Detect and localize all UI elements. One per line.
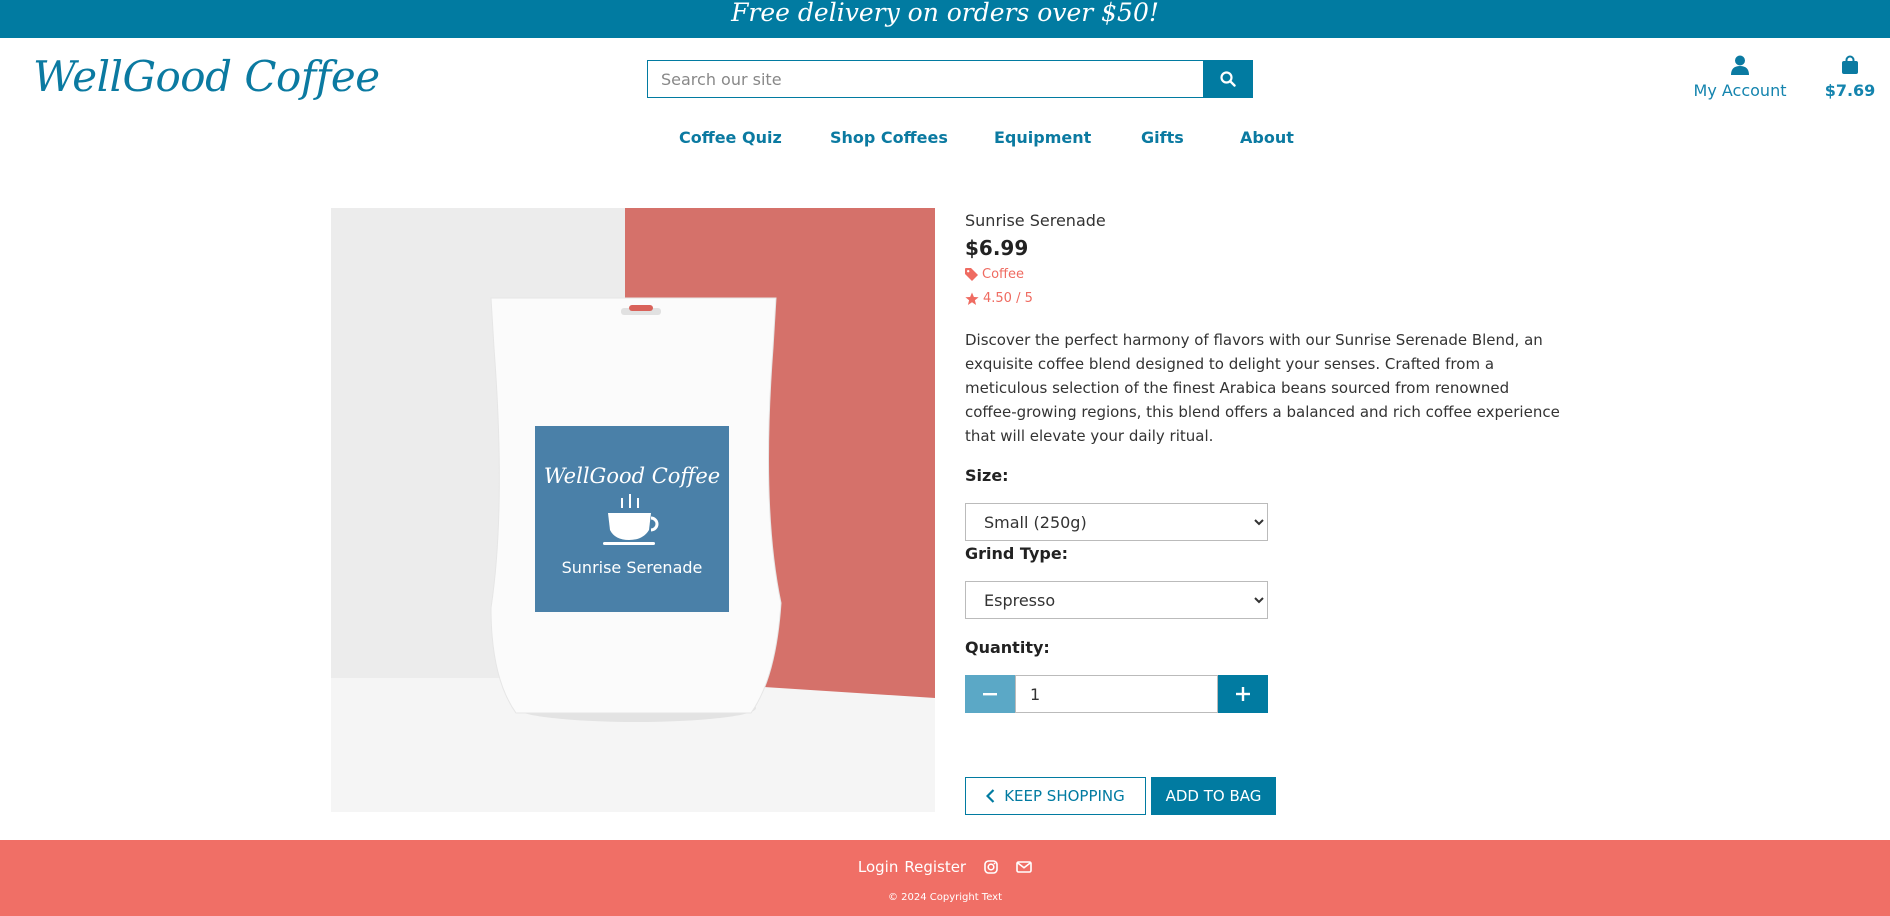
product-rating: 4.50 / 5 <box>965 291 1033 306</box>
footer: Login Register © 2024 Copyright Text <box>0 840 1890 916</box>
quantity-decrease-button[interactable] <box>965 675 1015 713</box>
product-rating-value: 4.50 / 5 <box>983 291 1033 306</box>
my-account-link[interactable]: My Account <box>1690 55 1790 100</box>
product-description: Discover the perfect harmony of flavors … <box>965 331 1560 445</box>
size-select[interactable]: Small (250g) <box>965 503 1268 541</box>
bag-label-name: Sunrise Serenade <box>562 558 703 577</box>
search-bar <box>647 60 1253 98</box>
email-link[interactable] <box>1016 861 1032 873</box>
coffee-bag-illustration: WellGood Coffee Sunrise Serenade <box>331 208 935 812</box>
tag-icon <box>965 268 978 281</box>
quantity-input[interactable] <box>1015 675 1218 713</box>
cart-total: $7.69 <box>1824 81 1876 100</box>
cart-link[interactable]: $7.69 <box>1820 55 1880 100</box>
copyright-text: © 2024 Copyright Text <box>887 892 1003 903</box>
product-image: WellGood Coffee Sunrise Serenade <box>331 208 935 812</box>
add-to-bag-button[interactable]: ADD TO BAG <box>1151 777 1276 815</box>
nav-item-coffee-quiz[interactable]: Coffee Quiz <box>679 128 782 147</box>
nav-item-gifts[interactable]: Gifts <box>1141 128 1184 147</box>
instagram-icon <box>984 860 998 874</box>
promo-text: Free delivery on orders over $50! <box>731 0 1159 27</box>
minus-icon <box>983 693 997 696</box>
product-price: $6.99 <box>965 236 1029 260</box>
quantity-increase-button[interactable] <box>1218 675 1268 713</box>
product-name: Sunrise Serenade <box>965 211 1106 230</box>
envelope-icon <box>1016 861 1032 873</box>
quantity-stepper <box>965 675 1268 713</box>
site-logo[interactable]: WellGood Coffee <box>33 52 380 101</box>
size-label: Size: <box>965 466 1009 485</box>
promo-bar: Free delivery on orders over $50! <box>0 0 1890 38</box>
product-category-label: Coffee <box>982 267 1024 282</box>
chevron-left-icon <box>986 789 995 803</box>
instagram-link[interactable] <box>984 860 998 874</box>
my-account-label: My Account <box>1693 81 1787 100</box>
search-icon <box>1220 71 1236 87</box>
keep-shopping-label: KEEP SHOPPING <box>1004 787 1125 805</box>
quantity-label: Quantity: <box>965 638 1050 657</box>
main-nav: Coffee Quiz Shop Coffees Equipment Gifts… <box>0 128 1890 152</box>
user-icon <box>1731 55 1749 75</box>
shopping-bag-icon <box>1842 55 1858 74</box>
nav-item-about[interactable]: About <box>1240 128 1294 147</box>
grind-type-select[interactable]: Espresso <box>965 581 1268 619</box>
bag-label-brand: WellGood Coffee <box>544 464 720 488</box>
footer-links: Login Register <box>0 858 1890 876</box>
star-icon <box>965 292 979 305</box>
nav-item-equipment[interactable]: Equipment <box>994 128 1091 147</box>
keep-shopping-button[interactable]: KEEP SHOPPING <box>965 777 1146 815</box>
grind-type-label: Grind Type: <box>965 544 1069 563</box>
search-button[interactable] <box>1203 60 1253 98</box>
footer-login-link[interactable]: Login <box>858 858 898 876</box>
plus-icon <box>1236 687 1250 701</box>
nav-item-shop-coffees[interactable]: Shop Coffees <box>830 128 948 147</box>
footer-register-link[interactable]: Register <box>904 858 966 876</box>
product-category[interactable]: Coffee <box>965 267 1024 282</box>
search-input[interactable] <box>647 60 1203 98</box>
